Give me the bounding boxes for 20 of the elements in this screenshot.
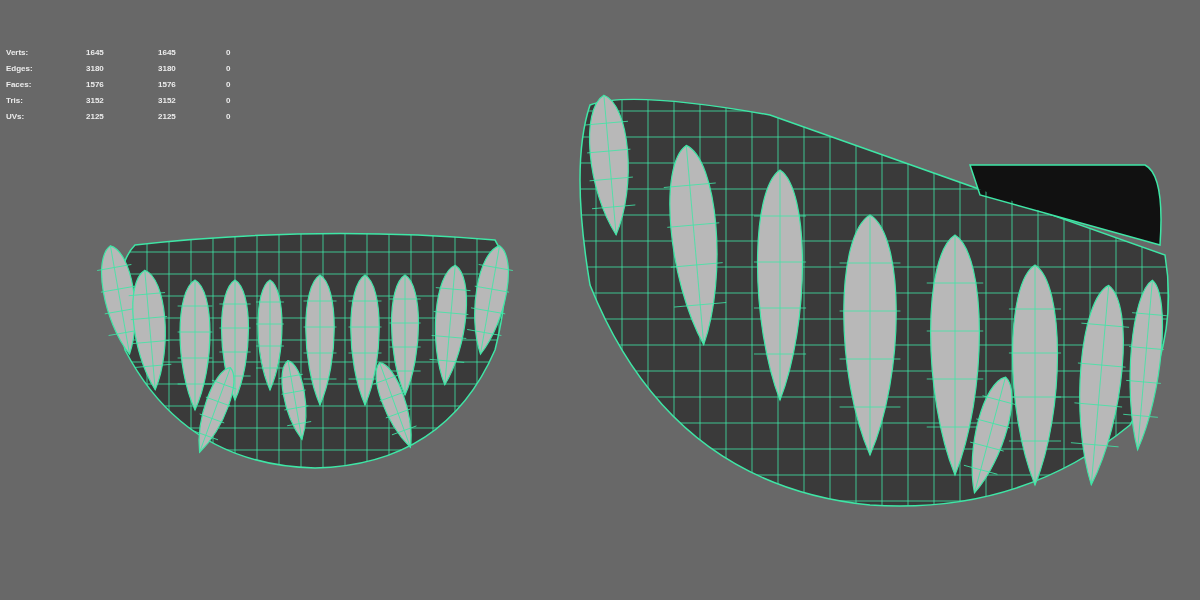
stat-value: 1576 xyxy=(86,79,105,91)
stat-value: 2125 xyxy=(86,111,105,123)
stat-value: 0 xyxy=(226,47,232,59)
stat-label: UVs: xyxy=(6,111,26,123)
stat-value: 3180 xyxy=(158,63,177,75)
stat-value: 3180 xyxy=(86,63,105,75)
stat-value: 0 xyxy=(226,95,232,107)
stat-value: 1645 xyxy=(86,47,105,59)
stat-value: 2125 xyxy=(158,111,177,123)
stat-value: 3152 xyxy=(86,95,105,107)
stat-value: 1645 xyxy=(158,47,177,59)
stat-value: 3152 xyxy=(158,95,177,107)
stat-label: Faces: xyxy=(6,79,33,91)
stat-label: Edges: xyxy=(6,63,34,75)
stat-label: Verts: xyxy=(6,47,30,59)
stat-value: 0 xyxy=(226,63,232,75)
stat-value: 0 xyxy=(226,79,232,91)
stat-value: 1576 xyxy=(158,79,177,91)
stat-value: 0 xyxy=(226,111,232,123)
stat-label: Tris: xyxy=(6,95,24,107)
